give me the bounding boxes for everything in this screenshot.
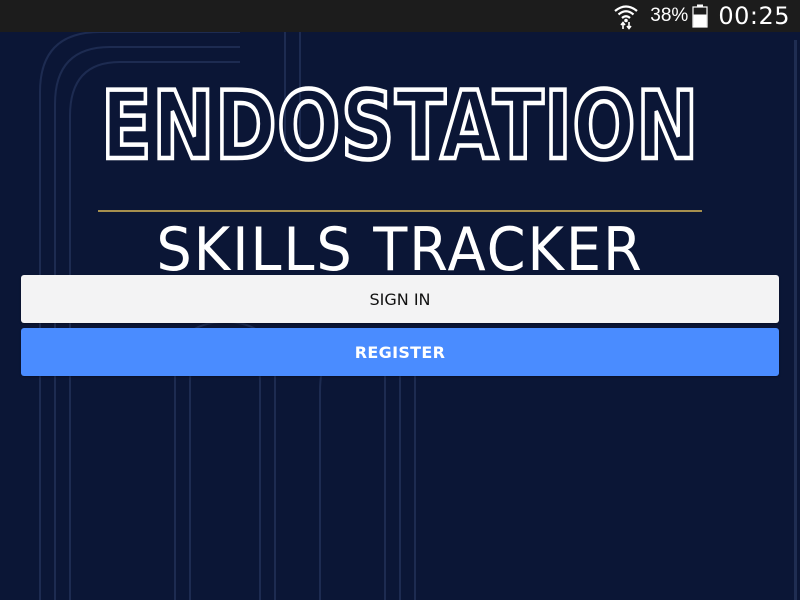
sign-in-button[interactable]: SIGN IN bbox=[21, 275, 779, 323]
scrollbar-track[interactable] bbox=[794, 40, 797, 600]
battery-icon bbox=[692, 4, 708, 28]
clock: 00:25 bbox=[718, 2, 790, 30]
status-icons: 38% 00:25 bbox=[614, 0, 790, 32]
battery-percentage: 38% bbox=[650, 5, 689, 26]
app-logo: ENDOSTATION ENDOSTATION SKILLS TRACKER bbox=[96, 62, 704, 292]
logo-title-inner: ENDOSTATION bbox=[101, 72, 699, 172]
status-bar: 38% 00:25 bbox=[0, 0, 800, 32]
app-screen: ENDOSTATION ENDOSTATION SKILLS TRACKER S… bbox=[0, 32, 800, 600]
register-button[interactable]: REGISTER bbox=[21, 328, 779, 376]
wifi-icon bbox=[614, 5, 638, 30]
logo-title: ENDOSTATION ENDOSTATION bbox=[99, 70, 701, 172]
